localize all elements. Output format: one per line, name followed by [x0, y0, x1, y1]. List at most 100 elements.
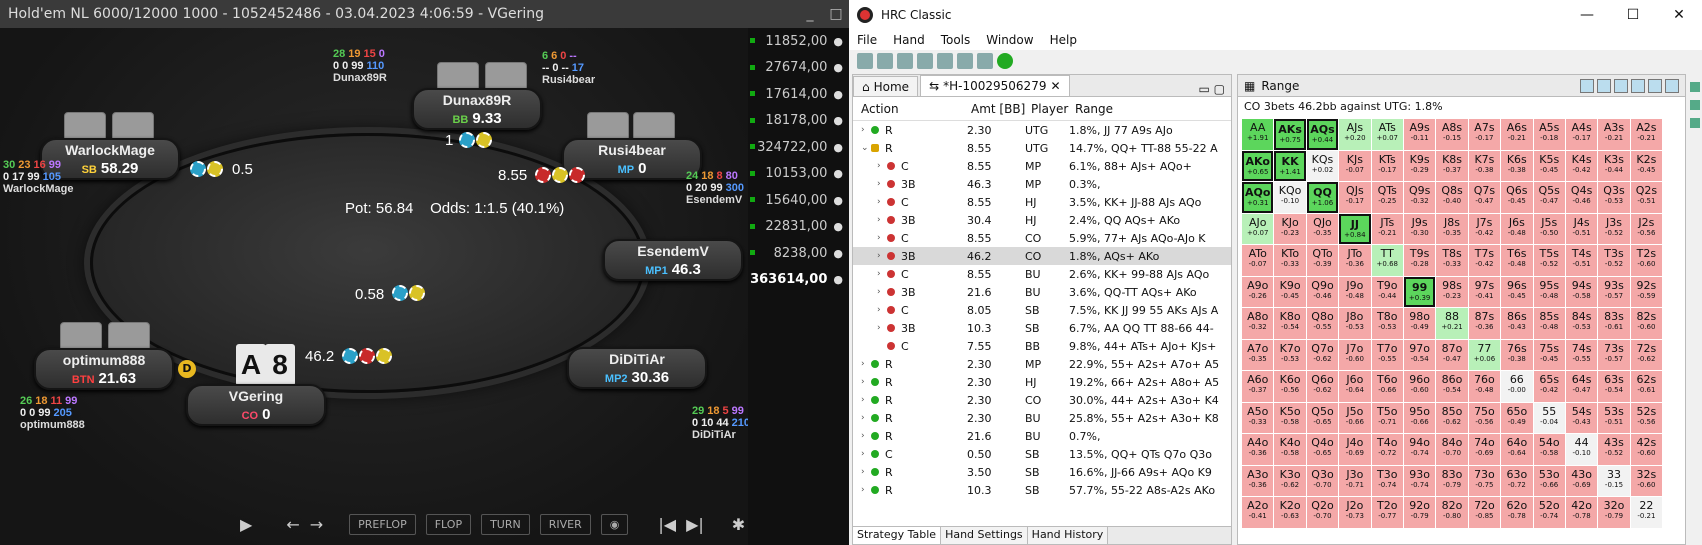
menu-window[interactable]: Window [986, 33, 1033, 47]
search-icon[interactable] [917, 53, 933, 69]
range-cell[interactable]: 54o -0.58 [1533, 434, 1565, 465]
range-cell[interactable]: K6o -0.56 [1274, 371, 1306, 402]
table-row[interactable]: › 3B 46.2 CO 1.8%, AQs+ AKo [853, 247, 1231, 265]
menu-help[interactable]: Help [1050, 33, 1077, 47]
stack-row[interactable]: 10153,00 ● [748, 161, 849, 188]
range-cell[interactable]: 33 -0.15 [1598, 465, 1630, 496]
view-mode-icon[interactable] [1648, 78, 1662, 93]
close-button[interactable]: ✕ [1656, 7, 1702, 23]
save-icon[interactable] [957, 53, 973, 69]
range-cell[interactable]: 32s -0.60 [1630, 465, 1663, 496]
range-cell[interactable]: 63o -0.72 [1501, 465, 1533, 496]
maximize-button[interactable]: ☐ [1610, 7, 1656, 23]
table-row[interactable]: › R 2.30 BU 25.8%, 55+ A2s+ A3o+ K8 [853, 409, 1231, 427]
expand-icon[interactable]: › [877, 305, 887, 315]
range-cell[interactable]: Q5o -0.65 [1306, 402, 1339, 433]
range-cell[interactable]: 97o -0.54 [1403, 339, 1436, 370]
stack-row[interactable]: 11852,00 ● [748, 28, 849, 55]
range-cell[interactable]: A4s -0.17 [1565, 119, 1598, 150]
street-button-preflop[interactable]: PREFLOP [349, 513, 416, 535]
eye-icon[interactable]: ● [833, 167, 843, 180]
range-cell[interactable]: A3o -0.36 [1242, 465, 1274, 496]
seat-vgering[interactable]: VGering CO 0 [186, 384, 326, 426]
range-cell[interactable]: JTs -0.21 [1371, 213, 1403, 244]
range-cell[interactable]: T5o -0.71 [1371, 402, 1403, 433]
range-cell[interactable]: A5o -0.33 [1242, 402, 1274, 433]
eye-icon[interactable]: ● [833, 61, 843, 74]
range-cell[interactable]: 77 +0.06 [1468, 339, 1501, 370]
range-cell[interactable]: K2s -0.45 [1630, 150, 1663, 181]
column-header-action[interactable]: Action [853, 102, 971, 116]
step-forward-icon[interactable]: → [310, 515, 323, 534]
expand-icon[interactable]: › [861, 485, 871, 495]
close-icon[interactable]: ✕ [1050, 79, 1060, 93]
range-cell[interactable]: JTo -0.36 [1339, 245, 1371, 276]
stack-row-selected[interactable]: 363614,00 ● [748, 267, 849, 294]
side-tool-icon[interactable] [1690, 82, 1700, 92]
table-row[interactable]: › 3B 21.6 BU 3.6%, QQ-TT AQs+ AKo [853, 283, 1231, 301]
range-cell[interactable]: J7o -0.60 [1339, 339, 1371, 370]
range-cell[interactable]: K6s -0.38 [1501, 150, 1533, 181]
range-tab-label[interactable]: Range [1261, 79, 1299, 93]
range-cell[interactable]: 76o -0.48 [1468, 371, 1501, 402]
range-cell[interactable]: Q9o -0.46 [1306, 276, 1339, 307]
range-cell[interactable]: 75s -0.45 [1533, 339, 1565, 370]
range-cell[interactable]: QJs -0.17 [1339, 182, 1371, 213]
minimize-button[interactable]: _ [797, 0, 823, 28]
range-cell[interactable]: 92o -0.79 [1403, 497, 1436, 528]
range-cell[interactable]: T5s -0.52 [1533, 245, 1565, 276]
range-cell[interactable]: T4s -0.51 [1565, 245, 1598, 276]
range-cell[interactable]: AQo +0.31 [1242, 182, 1274, 213]
expand-icon[interactable]: › [861, 431, 871, 441]
range-cell[interactable]: AJo +0.07 [1242, 213, 1274, 244]
range-cell[interactable]: 76s -0.38 [1501, 339, 1533, 370]
range-cell[interactable]: K7s -0.38 [1468, 150, 1501, 181]
range-cell[interactable]: A2o -0.41 [1242, 497, 1274, 528]
play-icon[interactable]: ▶ [240, 515, 252, 534]
range-cell[interactable]: K3o -0.62 [1274, 465, 1306, 496]
view-mode-icon[interactable] [1614, 78, 1628, 93]
menu-hand[interactable]: Hand [893, 33, 925, 47]
range-cell[interactable]: A3s -0.21 [1598, 119, 1630, 150]
table-row[interactable]: › C 8.55 BU 2.6%, KK+ 99-88 AJs AQo [853, 265, 1231, 283]
save-as-icon[interactable] [977, 53, 993, 69]
hud-stats-dunax89r[interactable]: 28 19 15 0 0 0 99 110 Dunax89R [333, 48, 388, 84]
expand-icon[interactable]: › [877, 269, 887, 279]
tab-hand-settings[interactable]: Hand Settings [941, 527, 1028, 544]
range-cell[interactable]: Q3o -0.70 [1306, 465, 1339, 496]
range-cell[interactable]: A6o -0.37 [1242, 371, 1274, 402]
range-cell[interactable]: K4s -0.42 [1565, 150, 1598, 181]
street-button-river[interactable]: RIVER [539, 513, 591, 535]
range-cell[interactable]: 65o -0.49 [1501, 402, 1533, 433]
seat-dunax89r[interactable]: Dunax89R BB 9.33 [412, 88, 542, 130]
expand-icon[interactable]: › [861, 449, 871, 459]
range-cell[interactable]: A6s -0.21 [1501, 119, 1533, 150]
stack-row[interactable]: 17614,00 ● [748, 81, 849, 108]
range-cell[interactable]: 64s -0.47 [1565, 371, 1598, 402]
range-cell[interactable]: 93s -0.57 [1598, 276, 1630, 307]
range-cell[interactable]: 86s -0.43 [1501, 308, 1533, 339]
range-cell[interactable]: T7s -0.42 [1468, 245, 1501, 276]
range-cell[interactable]: AKo +0.65 [1242, 150, 1274, 181]
stack-row[interactable]: 15640,00 ● [748, 187, 849, 214]
range-cell[interactable]: A5s -0.18 [1533, 119, 1565, 150]
range-cell[interactable]: AA +1.91 [1242, 119, 1274, 150]
range-cell[interactable]: QJo -0.35 [1306, 213, 1339, 244]
eye-icon[interactable]: ● [833, 247, 843, 260]
range-cell[interactable]: 55 -0.04 [1533, 402, 1565, 433]
range-cell[interactable]: Q7o -0.62 [1306, 339, 1339, 370]
street-button-flop[interactable]: FLOP [425, 513, 472, 535]
tab-hand-history[interactable]: Hand History [1027, 527, 1109, 544]
range-cell[interactable]: A9o -0.26 [1242, 276, 1274, 307]
range-cell[interactable]: J8o -0.53 [1339, 308, 1371, 339]
hud-stats-esendemv[interactable]: 24 18 8 80 0 20 99 300 EsendemV [686, 170, 747, 206]
range-cell[interactable]: Q8o -0.55 [1306, 308, 1339, 339]
range-cell[interactable]: 99 +0.39 [1403, 276, 1436, 307]
table-row[interactable]: ⌄ R 8.55 UTG 14.7%, QQ+ TT-88 55-22 A [853, 139, 1231, 157]
range-cell[interactable]: 87s -0.36 [1468, 308, 1501, 339]
tab-home[interactable]: ⌂ Home [853, 76, 919, 96]
expand-icon[interactable]: › [861, 467, 871, 477]
expand-icon[interactable]: › [877, 215, 887, 225]
table-row[interactable]: › 3B 30.4 HJ 2.4%, QQ AQs+ AKo [853, 211, 1231, 229]
range-cell[interactable]: T7o -0.55 [1371, 339, 1403, 370]
